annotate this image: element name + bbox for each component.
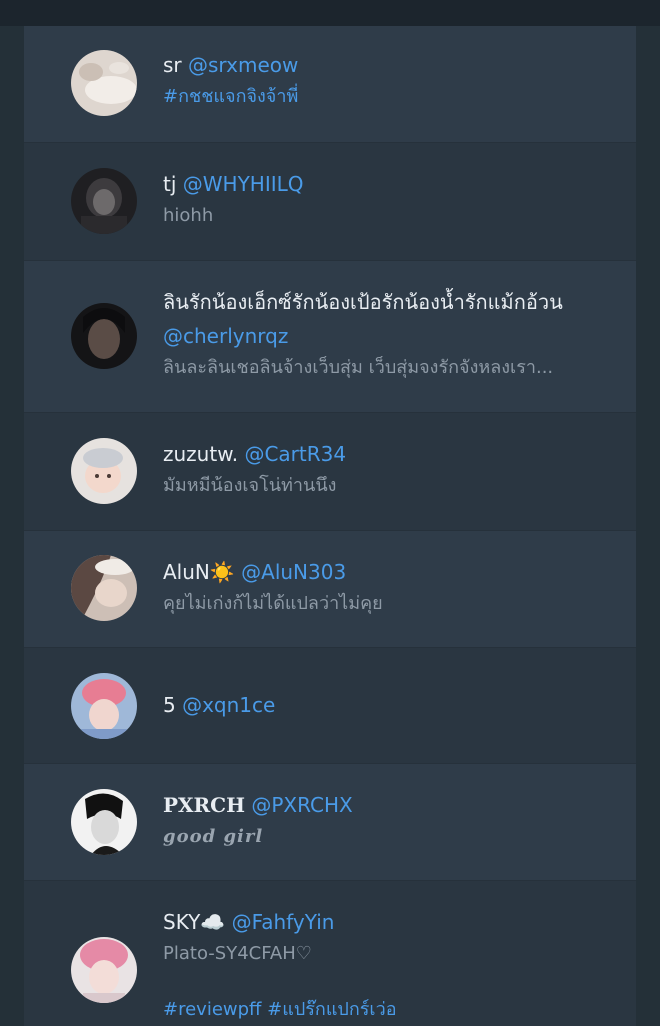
display-name: ลินรักน้องเอ็กซ์รักน้องเป้อรักน้องน้ำรัก… <box>163 290 563 314</box>
avatar[interactable] <box>71 937 137 1003</box>
account-row[interactable]: ลินรักน้องเอ็กซ์รักน้องเป้อรักน้องน้ำรัก… <box>24 261 636 413</box>
handle-link[interactable]: @FahfyYin <box>232 910 335 934</box>
account-list: sr @srxmeow #กชชแจกจิงจ้าพี่ tj @WHYHIIL… <box>24 26 636 1026</box>
avatar[interactable] <box>71 168 137 234</box>
name-line: SKY☁️ @FahfyYin <box>163 905 596 939</box>
bio-hashtag[interactable]: #กชชแจกจิงจ้าพี่ <box>163 82 596 112</box>
avatar[interactable] <box>71 438 137 504</box>
name-line: sr @srxmeow <box>163 48 596 82</box>
bio-text: Plato-SY4CFAH♡ <box>163 943 312 964</box>
name-line: tj @WHYHIILQ <box>163 167 596 201</box>
avatar[interactable] <box>71 555 137 621</box>
bio-text: hiohh <box>163 205 214 226</box>
account-row[interactable]: 5 @xqn1ce <box>24 648 636 764</box>
handle-link[interactable]: @PXRCHX <box>251 793 352 817</box>
handle-link[interactable]: @AluN303 <box>241 560 346 584</box>
handle-link[interactable]: @cherlynrqz <box>163 319 596 353</box>
account-row[interactable]: AluN☀️ @AluN303 คุยไม่เก่งก้ไม่ได้แปลว่า… <box>24 531 636 648</box>
display-name: 5 <box>163 693 176 717</box>
display-name: PXRCH <box>163 793 245 817</box>
display-name: SKY☁️ <box>163 910 226 934</box>
display-name: AluN☀️ <box>163 560 235 584</box>
handle-link[interactable]: @xqn1ce <box>182 693 275 717</box>
account-row[interactable]: tj @WHYHIILQ hiohh <box>24 143 636 261</box>
account-row[interactable]: zuzutw. @CartR34 มัมหมีน้องเจโน่ท่านนึง <box>24 413 636 531</box>
account-row[interactable]: SKY☁️ @FahfyYin Plato-SY4CFAH♡ #reviewpf… <box>24 881 636 1026</box>
handle-link[interactable]: @srxmeow <box>188 53 298 77</box>
account-row[interactable]: sr @srxmeow #กชชแจกจิงจ้าพี่ <box>24 26 636 143</box>
avatar[interactable] <box>71 303 137 369</box>
avatar[interactable] <box>71 673 137 739</box>
handle-link[interactable]: @WHYHIILQ <box>183 172 304 196</box>
handle-link[interactable]: @CartR34 <box>244 442 346 466</box>
bio-hashtags[interactable]: #reviewpff #แปร๊กแปกร์เว่อ <box>163 995 596 1025</box>
bio-text: ลินละลินเชอลินจ้างเว็บสุ่ม เว็บสุ่มจงรัก… <box>163 357 554 378</box>
avatar[interactable] <box>71 50 137 116</box>
top-bar <box>0 0 660 26</box>
bio-text: คุยไม่เก่งก้ไม่ได้แปลว่าไม่คุย <box>163 593 383 614</box>
display-name: zuzutw. <box>163 442 239 466</box>
name-line: AluN☀️ @AluN303 <box>163 555 596 589</box>
display-name: tj <box>163 172 177 196</box>
display-name: sr <box>163 53 182 77</box>
name-line: PXRCH @PXRCHX <box>163 788 596 822</box>
avatar[interactable] <box>71 789 137 855</box>
bio-text: good girl <box>163 826 264 847</box>
bio-text: มัมหมีน้องเจโน่ท่านนึง <box>163 475 337 496</box>
account-row[interactable]: PXRCH @PXRCHX good girl <box>24 764 636 881</box>
name-line: 5 @xqn1ce <box>163 688 596 722</box>
name-line: zuzutw. @CartR34 <box>163 437 596 471</box>
